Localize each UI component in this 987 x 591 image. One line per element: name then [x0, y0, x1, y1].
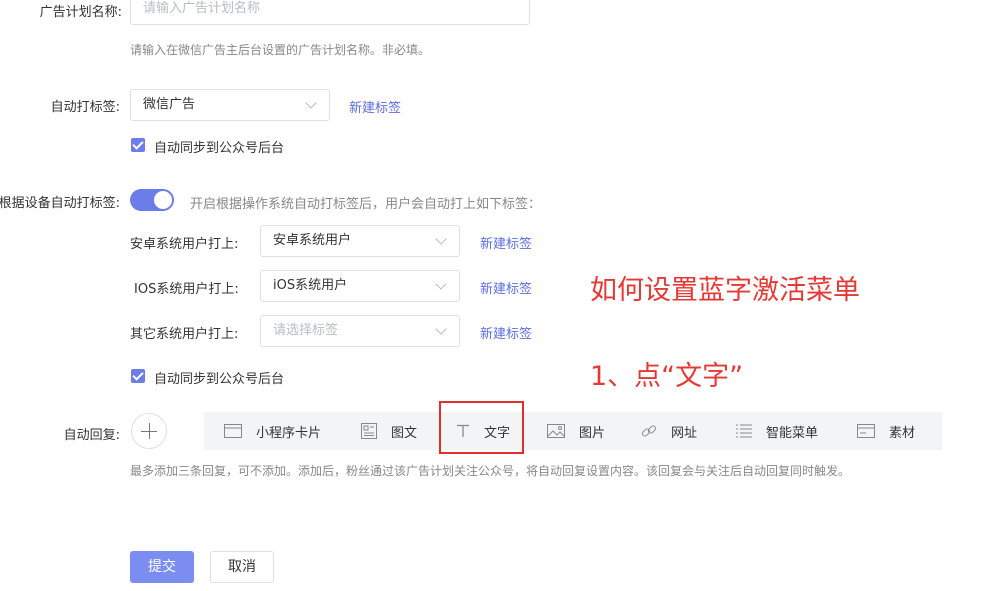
device-tag-sync-label: 自动同步到公众号后台: [154, 372, 285, 387]
device-tag-label: 根据设备自动打标签:: [0, 196, 120, 211]
toolbar-link[interactable]: 网址: [641, 412, 697, 450]
link-icon: [641, 425, 657, 437]
annotation-step: 1、点“文字”: [590, 361, 744, 392]
device-tag-sync-checkbox[interactable]: [131, 369, 145, 383]
switch-knob: [154, 191, 172, 209]
reply-type-toolbar: 小程序卡片 图文 文字 图片 网址 智能菜单 素材: [204, 412, 942, 450]
menu-list-icon: [736, 424, 752, 438]
chevron-down-icon: [435, 233, 447, 245]
article-icon: [361, 423, 377, 439]
chevron-down-icon: [435, 323, 447, 335]
device-tag-switch[interactable]: [130, 189, 174, 211]
auto-reply-hint: 最多添加三条回复，可不添加。添加后，粉丝通过该广告计划关注公众号，将自动回复设置…: [130, 464, 851, 478]
ios-tag-value: iOS系统用户: [273, 278, 348, 293]
auto-tag-new-link[interactable]: 新建标签: [349, 97, 401, 116]
chevron-down-icon: [435, 278, 447, 290]
plan-name-placeholder: 请输入广告计划名称: [143, 1, 261, 16]
text-option-highlight: [439, 401, 524, 454]
plan-name-hint: 请输入在微信广告主后台设置的广告计划名称。非必填。: [130, 43, 431, 57]
image-icon: [547, 424, 565, 438]
auto-tag-select[interactable]: 微信广告: [130, 89, 330, 121]
ios-tag-label: IOS系统用户打上:: [134, 282, 239, 297]
toolbar-image[interactable]: 图片: [547, 412, 605, 450]
submit-button[interactable]: 提交: [130, 551, 194, 583]
android-tag-label: 安卓系统用户打上:: [130, 237, 239, 252]
auto-tag-value: 微信广告: [143, 97, 196, 112]
ios-tag-select[interactable]: iOS系统用户: [260, 270, 460, 302]
plan-name-label: 广告计划名称:: [39, 5, 122, 20]
toolbar-item-label: 网址: [671, 425, 698, 441]
toolbar-smart-menu[interactable]: 智能菜单: [736, 412, 818, 450]
other-tag-placeholder: 请选择标签: [273, 323, 339, 338]
android-tag-new-link[interactable]: 新建标签: [480, 233, 532, 252]
android-tag-value: 安卓系统用户: [273, 233, 352, 248]
annotation-title: 如何设置蓝字激活菜单: [590, 275, 860, 306]
android-tag-select[interactable]: 安卓系统用户: [260, 225, 460, 257]
auto-tag-sync-label: 自动同步到公众号后台: [154, 141, 285, 156]
other-tag-new-link[interactable]: 新建标签: [480, 323, 532, 342]
plan-name-input[interactable]: 请输入广告计划名称: [130, 0, 530, 25]
chevron-down-icon: [305, 97, 317, 109]
auto-tag-label: 自动打标签:: [50, 100, 120, 115]
ios-tag-new-link[interactable]: 新建标签: [480, 278, 532, 297]
other-tag-select[interactable]: 请选择标签: [260, 315, 460, 347]
toolbar-mini-program-card[interactable]: 小程序卡片: [224, 412, 321, 450]
toolbar-article[interactable]: 图文: [361, 412, 417, 450]
toolbar-item-label: 智能菜单: [766, 425, 819, 441]
toolbar-item-label: 素材: [889, 425, 916, 441]
other-tag-label: 其它系统用户打上:: [130, 327, 239, 342]
device-tag-description: 开启根据操作系统自动打标签后，用户会自动打上如下标签：: [190, 197, 542, 212]
mini-program-card-icon: [224, 424, 242, 438]
toolbar-item-label: 图片: [579, 425, 606, 441]
toolbar-item-label: 图文: [391, 425, 418, 441]
material-icon: [857, 424, 875, 438]
auto-tag-sync-checkbox[interactable]: [131, 138, 145, 152]
auto-reply-label: 自动回复:: [63, 428, 120, 443]
toolbar-material[interactable]: 素材: [857, 412, 915, 450]
toolbar-item-label: 小程序卡片: [256, 425, 322, 441]
cancel-button[interactable]: 取消: [210, 551, 274, 583]
add-reply-button[interactable]: [131, 413, 167, 449]
